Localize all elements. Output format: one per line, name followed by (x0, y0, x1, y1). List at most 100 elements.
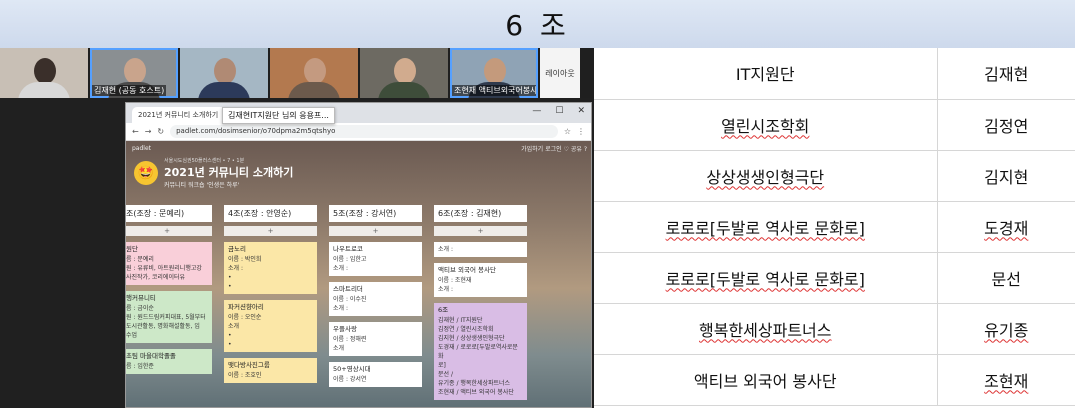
member-row: 로로로[두발로 역사로 문화로] 문선 (594, 252, 1075, 304)
org-name: 행복한세상파트너스 (699, 320, 832, 340)
participant-head (394, 58, 416, 84)
card-title: 나우트로코 (333, 245, 363, 253)
padlet-columns: 조(조장 : 문예리) + 원단 름 : 문예리 원 : 유류비, 아트원리니행고강 사진… (126, 205, 591, 400)
padlet-title: 2021년 커뮤니티 소개하기 (164, 166, 294, 179)
card-line: 이름 : 박인희 (228, 256, 262, 263)
padlet-org: 서울시도심권50플러스센터 • 7 • 1분 (164, 158, 245, 164)
card-title: 6조 (438, 306, 449, 314)
back-icon[interactable]: ← (132, 127, 139, 136)
slide: 6 조 김재현 (공동 호스트) 조현재 액티브외국어봉사... 레이아웃 2021… (0, 0, 1075, 408)
smiley-icon: 🤩 (134, 161, 158, 185)
close-icon[interactable]: ✕ (577, 106, 585, 116)
org-name: 상상생생인형극단 (706, 167, 825, 187)
padlet-card[interactable]: 행커뮤니티 름 : 금이순 원 : 원드드림커피대표, 5월부터 도시관활동, 명화해… (126, 291, 212, 343)
card-title: 액티브 외국어 봉사단 (438, 266, 496, 274)
card-line: 김지현 / 상상생생인형극단 (438, 335, 505, 342)
card-line: 름 : 문예리 (126, 256, 154, 263)
video-strip: 김재현 (공동 호스트) 조현재 액티브외국어봉사... 레이아웃 (0, 48, 594, 98)
card-line: • (228, 283, 232, 290)
padlet-brand[interactable]: padlet (132, 145, 151, 152)
card-title: 원단 (126, 245, 138, 253)
org-name: IT지원단 (735, 65, 795, 85)
star-icon[interactable]: ☆ (564, 127, 571, 136)
participant-name: 조현재 액티브외국어봉사... (452, 85, 536, 96)
padlet-card[interactable]: 소개 : (434, 242, 527, 257)
member-name: 유기종 (984, 320, 1029, 340)
maximize-icon[interactable]: ☐ (555, 106, 563, 116)
video-tile[interactable] (180, 48, 268, 98)
video-tile[interactable]: 김재현 (공동 호스트) (90, 48, 178, 98)
org-cell: 상상생생인형극단 (594, 150, 938, 202)
member-cell: 도경재 (937, 201, 1075, 253)
minimize-icon[interactable]: — (532, 106, 541, 116)
padlet-subtitle: 커뮤니티 워크숍 '인생은 하루' (164, 182, 240, 189)
org-cell: 로로로[두발로 역사로 문화로] (594, 252, 938, 304)
window-controls: — ☐ ✕ (532, 106, 585, 116)
card-line: 름 : 임한준 (126, 363, 154, 370)
add-post-icon[interactable]: + (224, 226, 317, 236)
participant-body (378, 82, 430, 98)
card-line: 소개 : (438, 246, 453, 253)
card-line: 문선 / (438, 371, 453, 378)
member-table: IT지원단 김재현 열린시조학회 김정연 상상생생인형극단 김지현 로로로[두발로 역사로 … (594, 48, 1075, 406)
card-title: 행커뮤니티 (126, 294, 156, 302)
shared-screen: 2021년 커뮤니티 소개하기 김재현IT지원단 님의 응용프... — ☐ ✕… (0, 98, 594, 408)
card-line: 이름 : 조호인 (228, 372, 262, 379)
org-name: 로로로[두발로 역사로 문화로] (665, 218, 865, 238)
card-title: 맺다방사진그룹 (228, 361, 270, 369)
member-cell: 김정연 (937, 99, 1075, 151)
member-name: 김정연 (984, 116, 1029, 136)
padlet-card[interactable]: 6조김재현 / IT지원단김정연 / 열린시조학회김지현 / 상상생생인형극단도… (434, 303, 527, 400)
card-line: 소개 (228, 323, 240, 330)
padlet-card[interactable]: 원단 름 : 문예리 원 : 유류비, 아트원리니행고강 사진작가, 코리에이터유 (126, 242, 212, 285)
card-title: 우플사랑 (333, 325, 357, 333)
member-cell: 김재현 (937, 48, 1075, 100)
reload-icon[interactable]: ↻ (157, 127, 164, 136)
layout-button[interactable]: 레이아웃 (540, 48, 580, 98)
member-row: IT지원단 김재현 (594, 48, 1075, 100)
add-post-icon[interactable]: + (434, 226, 527, 236)
card-line: 조현재 / 액티브 외국어 봉사단 (438, 389, 514, 396)
member-name: 김재현 (984, 65, 1029, 85)
video-tile[interactable] (270, 48, 358, 98)
member-row: 상상생생인형극단 김지현 (594, 150, 1075, 202)
card-line: 유기종 / 행복한세상파트너스 (438, 380, 511, 387)
url-field[interactable]: padlet.com/dosimsenior/o70dpma2m5qtshyo (170, 125, 558, 138)
video-tile[interactable] (0, 48, 88, 98)
participant-head (124, 58, 146, 84)
padlet-card[interactable]: 나우트로코 이름 : 임한고 소개 : (329, 242, 422, 276)
video-tile[interactable]: 조현재 액티브외국어봉사... (450, 48, 538, 98)
member-row: 로로로[두발로 역사로 문화로] 도경재 (594, 201, 1075, 253)
video-tile[interactable] (360, 48, 448, 98)
org-name: 열린시조학회 (721, 116, 810, 136)
card-line: 이름 : 조현재 (438, 277, 472, 284)
padlet-card[interactable]: 맺다방사진그룹이름 : 조호인 (224, 358, 317, 383)
participant-head (34, 58, 56, 84)
menu-icon[interactable]: ⋮ (577, 127, 585, 136)
card-line: 원 : 원드드림커피대표, 5월부터 (126, 314, 206, 321)
browser-tab-bar: 2021년 커뮤니티 소개하기 김재현IT지원단 님의 응용프... — ☐ ✕ (126, 103, 591, 124)
padlet-card[interactable]: 액티브 외국어 봉사단 이름 : 조현재 소개 : (434, 263, 527, 297)
padlet-column: 6조(조장 : 김재현) + 소개 : 액티브 외국어 봉사단 이름 : 조현재 소개 :… (434, 205, 527, 400)
card-line: 소개 : (333, 265, 348, 272)
padlet-card[interactable]: 파커션향아리 이름 : 오인순 소개 • • (224, 300, 317, 352)
card-line: • (228, 274, 232, 281)
org-cell: 행복한세상파트너스 (594, 303, 938, 355)
padlet-actions[interactable]: 가입하기 로그인 ♡ 공유 ? (521, 144, 587, 153)
card-line: 김정연 / 열린시조학회 (438, 326, 494, 333)
padlet-card[interactable]: 우플사랑 이름 : 정해련 소개 (329, 322, 422, 356)
add-post-icon[interactable]: + (329, 226, 422, 236)
card-line: 김재현 / IT지원단 (438, 317, 483, 324)
browser-window: 2021년 커뮤니티 소개하기 김재현IT지원단 님의 응용프... — ☐ ✕… (125, 102, 592, 408)
card-line: 도경재 / 로로로[두발로역사로문화 (438, 344, 518, 360)
padlet-card[interactable]: 스마트리더 이름 : 이수진 소개 : (329, 282, 422, 316)
forward-icon[interactable]: → (145, 127, 152, 136)
padlet-card[interactable]: 50+영상시대 이름 : 강서연 (329, 362, 422, 387)
padlet-card[interactable]: 초팀 마을대학졸졸름 : 임한준 (126, 349, 212, 374)
padlet-card[interactable]: 금노리 이름 : 박인희 소개 : • • (224, 242, 317, 294)
add-post-icon[interactable]: + (126, 226, 212, 236)
padlet-column: 5조(조장 : 강서연) + 나우트로코 이름 : 임한고 소개 : 스마트리더 이름 : … (329, 205, 422, 400)
card-title: 초팀 마을대학졸졸 (126, 352, 176, 360)
card-line: 로] (438, 362, 446, 369)
org-cell: 액티브 외국어 봉사단 (594, 354, 938, 406)
